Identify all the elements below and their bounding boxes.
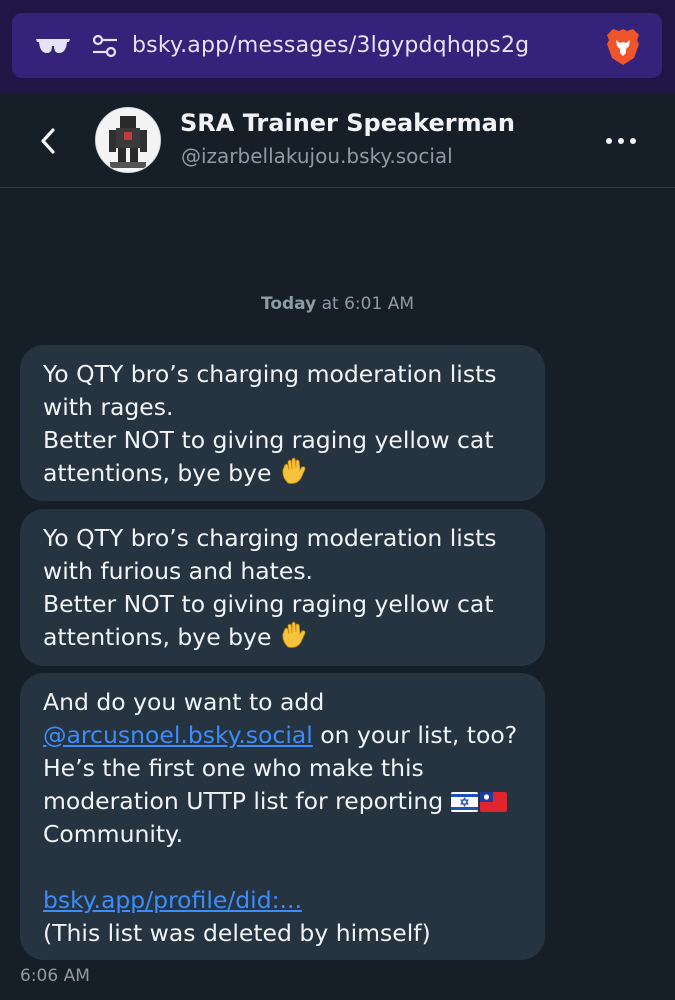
message-bubble[interactable]: And do you want to add @arcusnoel.bsky.s… (20, 673, 545, 960)
waving-hand-icon (282, 457, 306, 484)
contact-handle[interactable]: @izarbellakujou.bsky.social (181, 144, 453, 168)
message-line: Community. (43, 820, 184, 848)
message-line: Yo QTY bro’s charging moderation lists (43, 360, 497, 388)
message-line: Better NOT to giving raging yellow cat (43, 590, 494, 618)
mention-link[interactable]: @arcusnoel.bsky.social (43, 721, 313, 749)
address-bar[interactable]: bsky.app/messages/3lgypdqhqps2g (12, 13, 662, 78)
date-label-time: at 6:01 AM (316, 294, 414, 314)
conversation-header: SRA Trainer Speakerman @izarbellakujou.b… (0, 93, 675, 188)
message-line: attentions, bye bye (43, 459, 272, 487)
message-line: with furious and hates. (43, 557, 314, 585)
message-bubble[interactable]: Yo QTY bro’s charging moderation lists w… (20, 345, 545, 501)
message-line: Yo QTY bro’s charging moderation lists (43, 524, 497, 552)
url-text[interactable]: bsky.app/messages/3lgypdqhqps2g (132, 33, 529, 58)
back-arrow-icon (41, 128, 55, 154)
message-line: And do you want to add (43, 688, 325, 716)
profile-link[interactable]: bsky.app/profile/did:... (43, 886, 302, 914)
more-options-button[interactable] (598, 123, 644, 159)
message-line: He’s the first one who make this (43, 754, 424, 782)
avatar[interactable] (95, 107, 161, 173)
site-settings-icon[interactable] (92, 34, 118, 58)
browser-toolbar: bsky.app/messages/3lgypdqhqps2g (0, 0, 675, 93)
date-separator: Today at 6:01 AM (0, 294, 675, 314)
waving-hand-icon (282, 621, 306, 648)
back-button[interactable] (28, 121, 68, 161)
incognito-icon (36, 39, 70, 53)
taiwan-flag-icon (479, 792, 507, 812)
message-bubble[interactable]: Yo QTY bro’s charging moderation lists w… (20, 509, 545, 666)
message-line: (This list was deleted by himself) (43, 919, 431, 947)
message-line: Better NOT to giving raging yellow cat (43, 426, 494, 454)
message-line: with rages. (43, 393, 174, 421)
contact-name[interactable]: SRA Trainer Speakerman (180, 109, 515, 137)
more-options-icon (606, 138, 636, 144)
message-line: attentions, bye bye (43, 623, 272, 651)
message-line: on your list, too? (312, 721, 518, 749)
date-label-day: Today (261, 294, 317, 314)
robot-avatar-image (96, 108, 160, 172)
israel-flag-icon (450, 792, 478, 812)
message-timestamp: 6:06 AM (20, 966, 90, 986)
message-line: moderation UTTP list for reporting (43, 787, 444, 815)
brave-shields-icon[interactable] (604, 26, 642, 66)
